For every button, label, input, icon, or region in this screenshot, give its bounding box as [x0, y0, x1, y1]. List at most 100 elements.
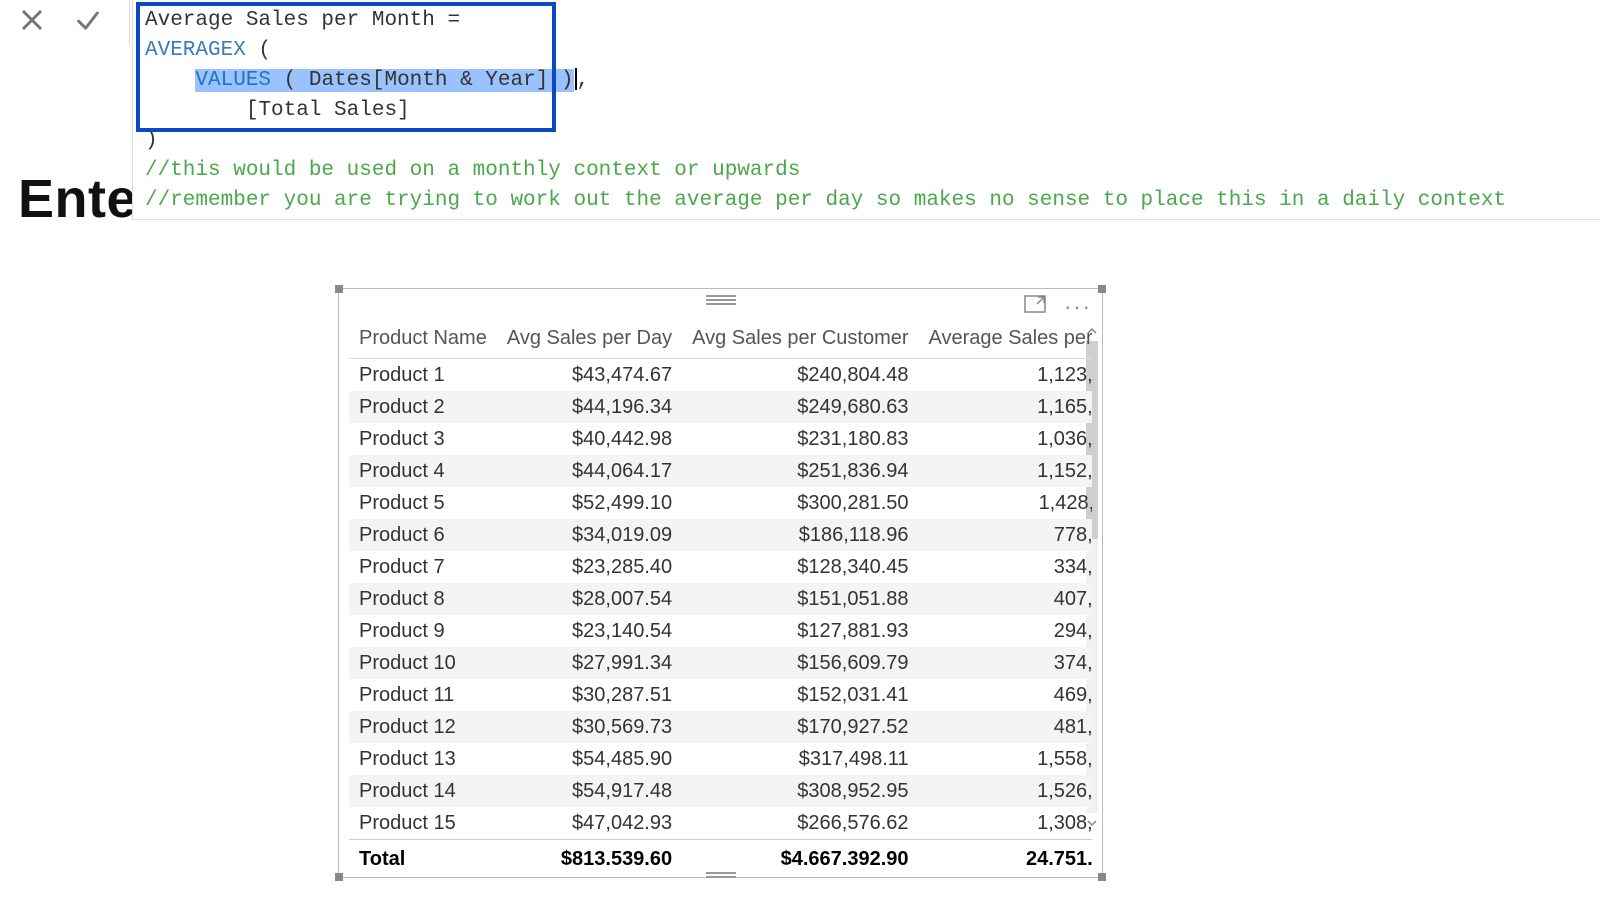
cell-value: $28,007.54 [497, 583, 682, 615]
cell-value: 407,382.33 [919, 583, 1092, 615]
fn-averagex: AVERAGEX [145, 39, 246, 62]
drag-grip-icon[interactable] [706, 295, 736, 305]
cell-value: $152,031.41 [682, 679, 918, 711]
cell-value: 481,704.82 [919, 711, 1092, 743]
comment-line-1: //this would be used on a monthly contex… [145, 159, 800, 182]
cell-value: 334,462.98 [919, 551, 1092, 583]
cell-product-name: Product 14 [349, 775, 497, 807]
data-table: Product Name Avg Sales per Day Avg Sales… [349, 321, 1092, 865]
cell-product-name: Product 7 [349, 551, 497, 583]
cell-value: $44,196.34 [497, 391, 682, 423]
cell-value: $317,498.11 [682, 743, 918, 775]
cell-value: $23,140.54 [497, 615, 682, 647]
cell-value: $34,019.09 [497, 519, 682, 551]
table-row[interactable]: Product 9$23,140.54$127,881.93294,515.96 [349, 615, 1092, 647]
cell-value: $128,340.45 [682, 551, 918, 583]
cell-value: $54,917.48 [497, 775, 682, 807]
col-avg-sales-month[interactable]: Average Sales per Month [919, 321, 1092, 359]
table-total-row: Total $813,539.60 $4,667,392.90 24,751,3… [349, 840, 1092, 866]
cell-value: $47,042.93 [497, 807, 682, 840]
cell-product-name: Product 3 [349, 423, 497, 455]
cell-value: $266,576.62 [682, 807, 918, 840]
cell-value: $127,881.93 [682, 615, 918, 647]
formula-toolbar [0, 0, 130, 45]
cell-product-name: Product 6 [349, 519, 497, 551]
cell-value: 1,152,344.78 [919, 455, 1092, 487]
table-row[interactable]: Product 8$28,007.54$151,051.88407,382.33 [349, 583, 1092, 615]
cell-value: $251,836.94 [682, 455, 918, 487]
measure-ref: [Total Sales] [246, 99, 410, 122]
comment-line-2: //remember you are trying to work out th… [145, 189, 1506, 212]
cell-value: 469,915.26 [919, 679, 1092, 711]
cell-value: $40,442.98 [497, 423, 682, 455]
table-row[interactable]: Product 10$27,991.34$156,609.79374,914.3… [349, 647, 1092, 679]
total-label: Total [349, 840, 497, 866]
formula-bar[interactable]: Average Sales per Month = AVERAGEX ( VAL… [132, 0, 1600, 220]
cell-value: $300,281.50 [682, 487, 918, 519]
resize-handle-bl[interactable] [335, 873, 343, 881]
cell-value: 778,315.65 [919, 519, 1092, 551]
col-product-name[interactable]: Product Name [349, 321, 497, 359]
table-row[interactable]: Product 4$44,064.17$251,836.941,152,344.… [349, 455, 1092, 487]
cell-value: $156,609.79 [682, 647, 918, 679]
paren-open: ( [246, 39, 271, 62]
cell-value: 374,914.34 [919, 647, 1092, 679]
total-avg-month: 24,751,325.98 [919, 840, 1092, 866]
cell-value: 294,515.96 [919, 615, 1092, 647]
cell-value: $30,287.51 [497, 679, 682, 711]
cell-product-name: Product 5 [349, 487, 497, 519]
col-avg-sales-day[interactable]: Avg Sales per Day [497, 321, 682, 359]
cancel-icon[interactable] [18, 6, 46, 34]
table-row[interactable]: Product 13$54,485.90$317,498.111,558,627… [349, 743, 1092, 775]
cell-product-name: Product 9 [349, 615, 497, 647]
resize-handle-tr[interactable] [1098, 285, 1106, 293]
cell-value: $170,927.52 [682, 711, 918, 743]
cell-product-name: Product 4 [349, 455, 497, 487]
cell-value: $186,118.96 [682, 519, 918, 551]
cell-value: $30,569.73 [497, 711, 682, 743]
measure-name: Average Sales per Month = [145, 9, 460, 32]
table-row[interactable]: Product 5$52,499.10$300,281.501,428,611.… [349, 487, 1092, 519]
table-row[interactable]: Product 11$30,287.51$152,031.41469,915.2… [349, 679, 1092, 711]
cell-value: $54,485.90 [497, 743, 682, 775]
more-options-icon[interactable]: ··· [1064, 300, 1092, 314]
table-header-row[interactable]: Product Name Avg Sales per Day Avg Sales… [349, 321, 1092, 359]
cell-product-name: Product 2 [349, 391, 497, 423]
commit-icon[interactable] [74, 6, 102, 34]
table-row[interactable]: Product 7$23,285.40$128,340.45334,462.98 [349, 551, 1092, 583]
paren-close: ) [145, 129, 158, 152]
table-scroll-area[interactable]: Product Name Avg Sales per Day Avg Sales… [349, 321, 1092, 865]
resize-handle-br[interactable] [1098, 873, 1106, 881]
background-heading-fragment: Ente [18, 168, 137, 230]
cell-value: 1,165,176.29 [919, 391, 1092, 423]
total-avg-customer: $4,667,392.90 [682, 840, 918, 866]
table-row[interactable]: Product 2$44,196.34$249,680.631,165,176.… [349, 391, 1092, 423]
dax-editor[interactable]: Average Sales per Month = AVERAGEX ( VAL… [133, 0, 1600, 216]
cell-value: 1,428,611.97 [919, 487, 1092, 519]
cell-value: $23,285.40 [497, 551, 682, 583]
cell-value: 1,308,648.87 [919, 807, 1092, 840]
fn-values: VALUES [195, 69, 271, 92]
cell-value: 1,036,810.99 [919, 423, 1092, 455]
visual-header: ··· [1024, 295, 1092, 318]
table-row[interactable]: Product 6$34,019.09$186,118.96778,315.65 [349, 519, 1092, 551]
table-row[interactable]: Product 12$30,569.73$170,927.52481,704.8… [349, 711, 1092, 743]
cell-value: $240,804.48 [682, 359, 918, 392]
cell-product-name: Product 10 [349, 647, 497, 679]
cell-value: $249,680.63 [682, 391, 918, 423]
cell-value: $44,064.17 [497, 455, 682, 487]
col-avg-sales-customer[interactable]: Avg Sales per Customer [682, 321, 918, 359]
cell-value: $308,952.95 [682, 775, 918, 807]
table-row[interactable]: Product 3$40,442.98$231,180.831,036,810.… [349, 423, 1092, 455]
table-row[interactable]: Product 15$47,042.93$266,576.621,308,648… [349, 807, 1092, 840]
cell-product-name: Product 1 [349, 359, 497, 392]
cell-product-name: Product 11 [349, 679, 497, 711]
trailing-comma: , [577, 69, 590, 92]
resize-handle-tl[interactable] [335, 285, 343, 293]
focus-mode-icon[interactable] [1024, 295, 1046, 318]
table-row[interactable]: Product 14$54,917.48$308,952.951,526,040… [349, 775, 1092, 807]
table-row[interactable]: Product 1$43,474.67$240,804.481,123,754.… [349, 359, 1092, 392]
table-visual[interactable]: ··· Product Name Avg Sales per Day Avg S… [338, 288, 1103, 878]
cell-value: $231,180.83 [682, 423, 918, 455]
drag-grip-bottom-icon[interactable] [706, 872, 736, 878]
